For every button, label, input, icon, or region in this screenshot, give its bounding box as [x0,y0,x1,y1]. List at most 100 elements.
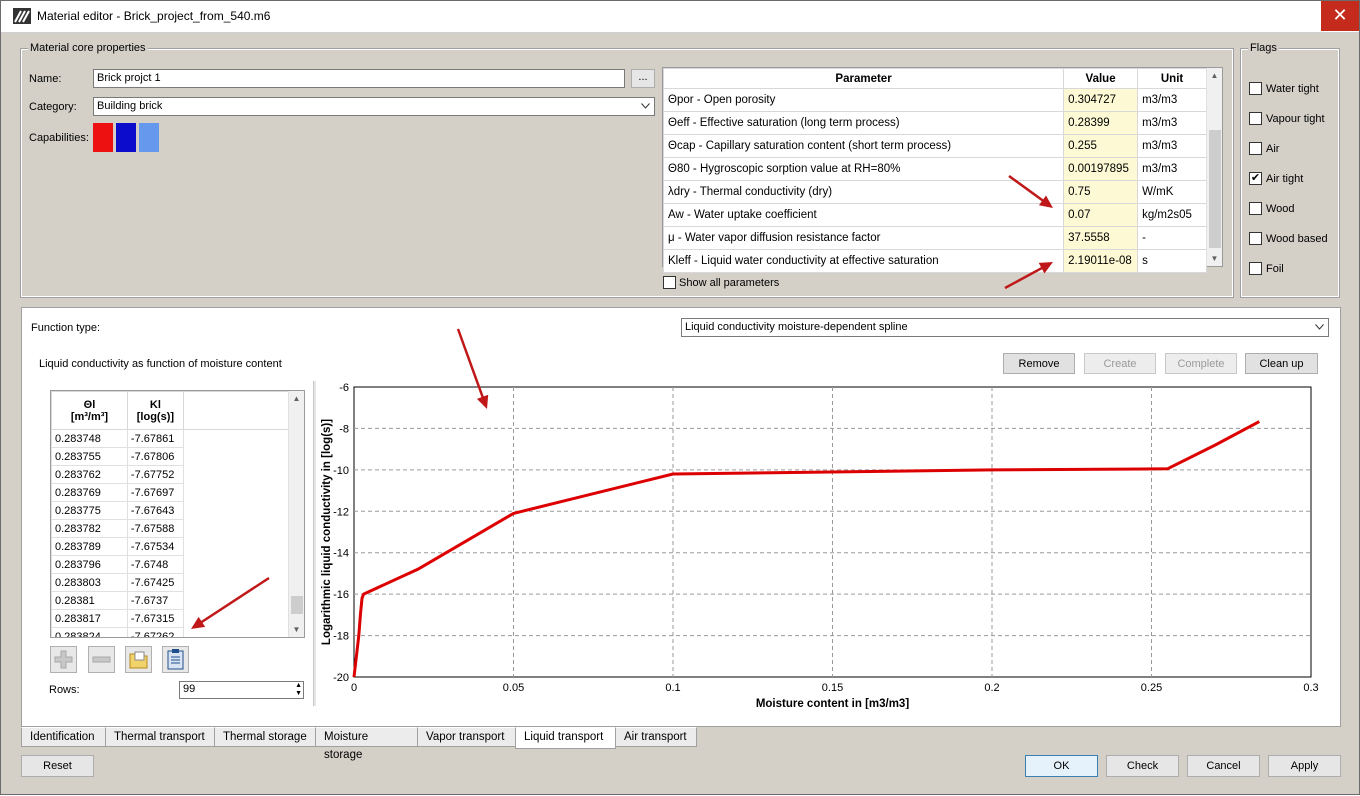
spin-up-icon[interactable]: ▲ [295,682,302,690]
apply-button[interactable]: Apply [1268,755,1341,777]
rows-spinbox[interactable]: 99 ▲ ▼ [179,681,304,699]
kl-cell[interactable]: -7.67534 [126,537,184,556]
param-header-unit[interactable]: Unit [1137,68,1207,89]
flag-checkbox[interactable] [1249,82,1262,95]
parameter-value[interactable]: 0.304727 [1063,88,1139,112]
parameter-row[interactable]: Θpor - Open porosity 0.304727 m3/m3 [662,88,1207,112]
theta-cell[interactable]: 0.283762 [51,465,128,484]
kl-cell[interactable]: -7.67425 [126,573,184,592]
spin-down-icon[interactable]: ▼ [295,690,302,698]
open-file-button[interactable] [125,646,152,673]
flag-checkbox[interactable] [1249,112,1262,125]
scroll-thumb[interactable] [1209,130,1221,248]
table-row[interactable]: 0.283782 -7.67588 [51,519,290,538]
theta-cell[interactable]: 0.283803 [51,573,128,592]
check-button[interactable]: Check [1106,755,1179,777]
scroll-down-icon[interactable]: ▼ [289,622,304,637]
data-table-scrollbar[interactable]: ▲ ▼ [288,391,304,637]
kl-cell[interactable]: -7.67588 [126,519,184,538]
kl-cell[interactable]: -7.67861 [126,429,184,448]
theta-cell[interactable]: 0.28381 [51,591,128,610]
table-row[interactable]: 0.283796 -7.6748 [51,555,290,574]
table-row[interactable]: 0.283762 -7.67752 [51,465,290,484]
param-header-value[interactable]: Value [1063,68,1139,89]
reset-button[interactable]: Reset [21,755,94,777]
scroll-up-icon[interactable]: ▲ [1207,68,1222,83]
table-row[interactable]: 0.283748 -7.67861 [51,429,290,448]
theta-cell[interactable]: 0.283824 [51,627,128,637]
function-type-select[interactable]: Liquid conductivity moisture-dependent s… [681,318,1329,337]
category-select[interactable]: Building brick [93,97,655,116]
parameter-row[interactable]: Θ80 - Hygroscopic sorption value at RH=8… [662,157,1207,181]
tab-thermal-transport[interactable]: Thermal transport [105,727,215,747]
flag-checkbox[interactable] [1249,142,1262,155]
kl-cell[interactable]: -7.67806 [126,447,184,466]
browse-button[interactable]: ... [631,69,655,88]
parameter-row[interactable]: μ - Water vapor diffusion resistance fac… [662,226,1207,250]
scroll-down-icon[interactable]: ▼ [1207,251,1222,266]
close-button[interactable]: ✕ [1321,1,1359,31]
cleanup-button[interactable]: Clean up [1245,353,1318,374]
kl-cell[interactable]: -7.67315 [126,609,184,628]
tab-vapor-transport[interactable]: Vapor transport [417,727,516,747]
name-field[interactable]: Brick projct 1 [93,69,625,88]
add-row-button[interactable] [50,646,77,673]
tab-moisture-storage[interactable]: Moisture storage [315,727,418,761]
paste-data-button[interactable] [162,646,189,673]
kl-cell[interactable]: -7.67262 [126,627,184,637]
table-row[interactable]: 0.283769 -7.67697 [51,483,290,502]
theta-cell[interactable]: 0.283755 [51,447,128,466]
parameter-row[interactable]: Θeff - Effective saturation (long term p… [662,111,1207,135]
complete-button[interactable]: Complete [1165,353,1237,374]
scroll-thumb[interactable] [291,596,303,614]
theta-cell[interactable]: 0.283775 [51,501,128,520]
tab-air-transport[interactable]: Air transport [615,727,697,747]
flag-checkbox[interactable] [1249,232,1262,245]
parameter-value[interactable]: 2.19011e-08 [1063,249,1139,273]
remove-button[interactable]: Remove [1003,353,1075,374]
table-row[interactable]: 0.28381 -7.6737 [51,591,290,610]
table-row[interactable]: 0.283824 -7.67262 [51,627,290,637]
flag-checkbox[interactable] [1249,262,1262,275]
table-row[interactable]: 0.283789 -7.67534 [51,537,290,556]
parameter-row[interactable]: Θcap - Capillary saturation content (sho… [662,134,1207,158]
kl-cell[interactable]: -7.6737 [126,591,184,610]
flag-checkbox[interactable]: ✔ [1249,172,1262,185]
data-header-theta[interactable]: Θl [m³/m³] [51,391,128,430]
theta-cell[interactable]: 0.283817 [51,609,128,628]
create-button[interactable]: Create [1084,353,1156,374]
theta-cell[interactable]: 0.283769 [51,483,128,502]
parameter-row[interactable]: Aw - Water uptake coefficient 0.07 kg/m2s0… [662,203,1207,227]
kl-cell[interactable]: -7.67643 [126,501,184,520]
theta-cell[interactable]: 0.283782 [51,519,128,538]
parameter-value[interactable]: 37.5558 [1063,226,1139,250]
tab-thermal-storage[interactable]: Thermal storage [214,727,316,747]
param-header-parameter[interactable]: Parameter [662,68,1065,89]
parameter-value[interactable]: 0.75 [1063,180,1139,204]
parameter-value[interactable]: 0.255 [1063,134,1139,158]
cancel-button[interactable]: Cancel [1187,755,1260,777]
tab-liquid-transport[interactable]: Liquid transport [515,727,616,749]
kl-cell[interactable]: -7.6748 [126,555,184,574]
kl-cell[interactable]: -7.67697 [126,483,184,502]
kl-cell[interactable]: -7.67752 [126,465,184,484]
splitter-handle[interactable] [313,381,316,706]
scroll-up-icon[interactable]: ▲ [289,391,304,406]
parameter-value[interactable]: 0.00197895 [1063,157,1139,181]
parameter-row[interactable]: λdry - Thermal conductivity (dry) 0.75 W/m… [662,180,1207,204]
theta-cell[interactable]: 0.283748 [51,429,128,448]
theta-cell[interactable]: 0.283796 [51,555,128,574]
tab-identification[interactable]: Identification [21,727,106,747]
parameter-row[interactable]: Kleff - Liquid water conductivity at eff… [662,249,1207,273]
remove-row-button[interactable] [88,646,115,673]
table-row[interactable]: 0.283775 -7.67643 [51,501,290,520]
parameter-value[interactable]: 0.07 [1063,203,1139,227]
data-header-kl[interactable]: Kl [log(s)] [126,391,184,430]
table-row[interactable]: 0.283803 -7.67425 [51,573,290,592]
show-all-parameters-checkbox[interactable] [663,276,676,289]
parameter-value[interactable]: 0.28399 [1063,111,1139,135]
table-row[interactable]: 0.283755 -7.67806 [51,447,290,466]
flag-checkbox[interactable] [1249,202,1262,215]
ok-button[interactable]: OK [1025,755,1098,777]
table-row[interactable]: 0.283817 -7.67315 [51,609,290,628]
